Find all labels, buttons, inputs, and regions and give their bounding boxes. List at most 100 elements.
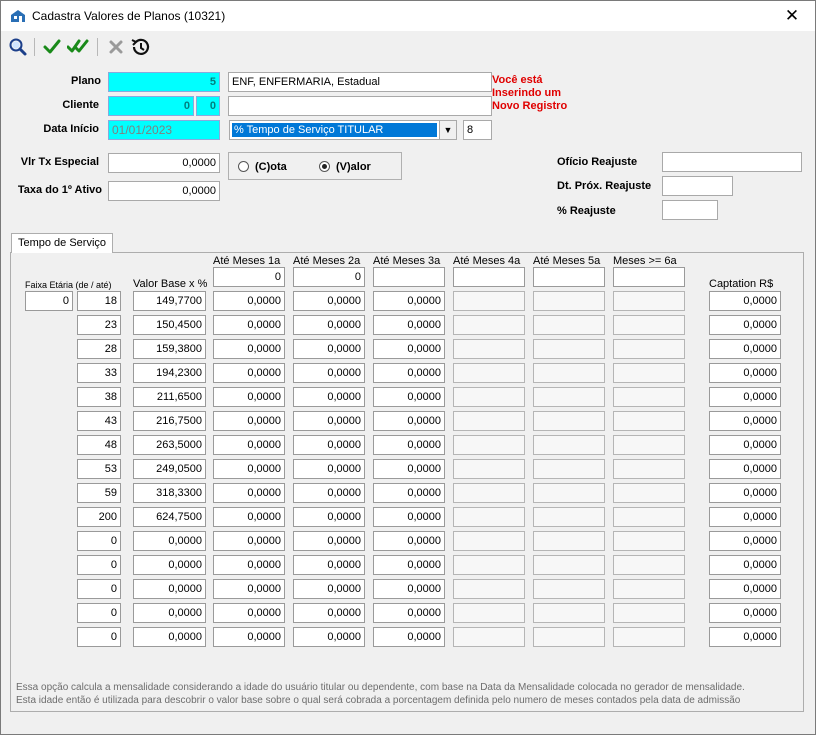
tipo-select[interactable]: % Tempo de Serviço TITULAR ▼ <box>229 120 457 140</box>
faixa-ate-input[interactable]: 28 <box>77 339 121 359</box>
check-icon[interactable] <box>41 36 63 58</box>
faixa-ate-input[interactable]: 18 <box>77 291 121 311</box>
meses-4a-input[interactable] <box>453 339 525 359</box>
captation-input[interactable]: 0,0000 <box>709 339 781 359</box>
meses-4a-input[interactable] <box>453 579 525 599</box>
meses-1a-input[interactable]: 0,0000 <box>213 363 285 383</box>
valor-base-input[interactable]: 0,0000 <box>133 531 206 551</box>
meses-5a-input[interactable] <box>533 363 605 383</box>
meses-3a-input[interactable]: 0,0000 <box>373 555 445 575</box>
meses-4a-input[interactable] <box>453 435 525 455</box>
meses-6a-input[interactable] <box>613 627 685 647</box>
meses-4a-input[interactable] <box>453 291 525 311</box>
valor-base-input[interactable]: 149,7700 <box>133 291 206 311</box>
faixa-ate-input[interactable]: 43 <box>77 411 121 431</box>
meses-4a-input[interactable] <box>453 531 525 551</box>
cliente-description-field[interactable] <box>228 96 492 116</box>
meses-4a-input[interactable] <box>453 315 525 335</box>
meses-6a-input[interactable] <box>613 531 685 551</box>
dt-prox-reajuste-field[interactable] <box>662 176 733 196</box>
meses-2a-input[interactable]: 0,0000 <box>293 315 365 335</box>
meses-3a-input[interactable]: 0,0000 <box>373 459 445 479</box>
captation-input[interactable]: 0,0000 <box>709 507 781 527</box>
meses-2a-input[interactable]: 0,0000 <box>293 387 365 407</box>
meses-5a-input[interactable] <box>533 411 605 431</box>
meses-1a-input[interactable]: 0,0000 <box>213 339 285 359</box>
meses-6a-input[interactable] <box>613 435 685 455</box>
cliente-code-field[interactable]: 0 <box>108 96 194 116</box>
meses-1a-input[interactable]: 0,0000 <box>213 627 285 647</box>
faixa-ate-input[interactable]: 33 <box>77 363 121 383</box>
meses-2a-input[interactable]: 0,0000 <box>293 531 365 551</box>
meses-1a-input[interactable]: 0,0000 <box>213 435 285 455</box>
meses-3a-input[interactable]: 0,0000 <box>373 579 445 599</box>
meses-5a-input[interactable] <box>533 435 605 455</box>
oficio-reajuste-field[interactable] <box>662 152 802 172</box>
faixa-ate-input[interactable]: 23 <box>77 315 121 335</box>
meses-5a-input[interactable] <box>533 291 605 311</box>
meses-2a-input[interactable]: 0,0000 <box>293 579 365 599</box>
meses-2a-input[interactable]: 0,0000 <box>293 555 365 575</box>
vlr-tx-especial-field[interactable]: 0,0000 <box>108 153 220 173</box>
meses-5a-input[interactable] <box>533 627 605 647</box>
cliente-subcode-field[interactable]: 0 <box>196 96 220 116</box>
meses-4a-input[interactable] <box>453 507 525 527</box>
pct-reajuste-field[interactable] <box>662 200 718 220</box>
chevron-down-icon[interactable]: ▼ <box>439 121 456 139</box>
meses-1a-input[interactable]: 0,0000 <box>213 579 285 599</box>
faixa-ate-input[interactable]: 0 <box>77 531 121 551</box>
meses-5a-input[interactable] <box>533 315 605 335</box>
valor-base-input[interactable]: 624,7500 <box>133 507 206 527</box>
meses-limit-input[interactable] <box>453 267 525 287</box>
valor-base-input[interactable]: 216,7500 <box>133 411 206 431</box>
meses-1a-input[interactable]: 0,0000 <box>213 483 285 503</box>
meses-5a-input[interactable] <box>533 603 605 623</box>
captation-input[interactable]: 0,0000 <box>709 291 781 311</box>
radio-cota[interactable]: (C)ota <box>238 161 287 173</box>
data-inicio-field[interactable]: 01/01/2023 <box>108 120 220 140</box>
valor-base-input[interactable]: 263,5000 <box>133 435 206 455</box>
meses-4a-input[interactable] <box>453 483 525 503</box>
history-icon[interactable] <box>129 36 151 58</box>
valor-base-input[interactable]: 0,0000 <box>133 555 206 575</box>
faixa-ate-input[interactable]: 0 <box>77 603 121 623</box>
radio-valor[interactable]: (V)alor <box>319 161 371 173</box>
plano-code-field[interactable]: 5 <box>108 72 220 92</box>
faixa-ate-input[interactable]: 53 <box>77 459 121 479</box>
meses-4a-input[interactable] <box>453 627 525 647</box>
meses-5a-input[interactable] <box>533 507 605 527</box>
meses-3a-input[interactable]: 0,0000 <box>373 363 445 383</box>
captation-input[interactable]: 0,0000 <box>709 555 781 575</box>
meses-5a-input[interactable] <box>533 531 605 551</box>
meses-5a-input[interactable] <box>533 387 605 407</box>
meses-3a-input[interactable]: 0,0000 <box>373 531 445 551</box>
meses-6a-input[interactable] <box>613 507 685 527</box>
meses-5a-input[interactable] <box>533 483 605 503</box>
faixa-ate-input[interactable]: 0 <box>77 627 121 647</box>
meses-1a-input[interactable]: 0,0000 <box>213 531 285 551</box>
meses-6a-input[interactable] <box>613 291 685 311</box>
meses-4a-input[interactable] <box>453 459 525 479</box>
captation-input[interactable]: 0,0000 <box>709 483 781 503</box>
captation-input[interactable]: 0,0000 <box>709 459 781 479</box>
meses-3a-input[interactable]: 0,0000 <box>373 603 445 623</box>
meses-3a-input[interactable]: 0,0000 <box>373 339 445 359</box>
captation-input[interactable]: 0,0000 <box>709 579 781 599</box>
valor-base-input[interactable]: 211,6500 <box>133 387 206 407</box>
meses-5a-input[interactable] <box>533 459 605 479</box>
valor-base-input[interactable]: 159,3800 <box>133 339 206 359</box>
meses-6a-input[interactable] <box>613 555 685 575</box>
meses-6a-input[interactable] <box>613 387 685 407</box>
meses-limit-input[interactable] <box>373 267 445 287</box>
meses-6a-input[interactable] <box>613 483 685 503</box>
captation-input[interactable]: 0,0000 <box>709 363 781 383</box>
meses-4a-input[interactable] <box>453 555 525 575</box>
captation-input[interactable]: 0,0000 <box>709 435 781 455</box>
meses-2a-input[interactable]: 0,0000 <box>293 603 365 623</box>
meses-3a-input[interactable]: 0,0000 <box>373 291 445 311</box>
faixa-de-input[interactable]: 0 <box>25 291 73 311</box>
meses-1a-input[interactable]: 0,0000 <box>213 315 285 335</box>
faixa-ate-input[interactable]: 0 <box>77 555 121 575</box>
meses-1a-input[interactable]: 0,0000 <box>213 387 285 407</box>
meses-3a-input[interactable]: 0,0000 <box>373 411 445 431</box>
